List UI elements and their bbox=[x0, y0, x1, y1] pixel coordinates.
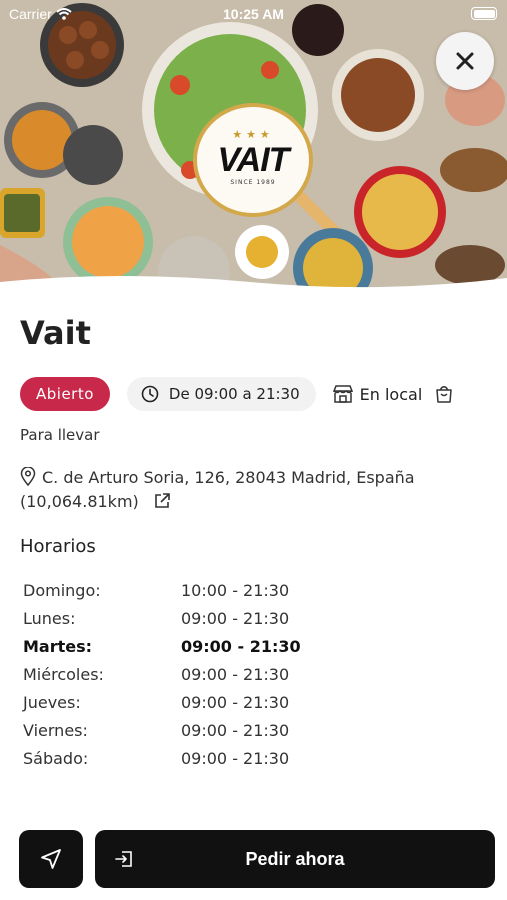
address-text: C. de Arturo Soria, 126, 28043 Madrid, E… bbox=[42, 468, 415, 487]
service-local: En local bbox=[332, 384, 423, 404]
schedule-day: Martes: bbox=[23, 636, 93, 656]
schedule-day: Domingo: bbox=[23, 580, 101, 600]
schedule-row: Lunes: 09:00 - 21:30 bbox=[23, 604, 323, 632]
address-block: C. de Arturo Soria, 126, 28043 Madrid, E… bbox=[20, 466, 460, 517]
schedule-hours: 09:00 - 21:30 bbox=[181, 720, 290, 740]
schedule-day: Viernes: bbox=[23, 720, 88, 740]
location-pin-icon bbox=[20, 467, 36, 486]
login-icon bbox=[115, 851, 132, 867]
navigation-arrow-icon bbox=[41, 849, 61, 869]
schedule-hours: 09:00 - 21:30 bbox=[181, 608, 290, 628]
schedule-day: Lunes: bbox=[23, 608, 76, 628]
order-now-label: Pedir ahora bbox=[245, 848, 345, 869]
service-takeaway-label: Para llevar bbox=[20, 426, 100, 444]
schedule-title: Horarios bbox=[20, 536, 96, 557]
hours-chip: De 09:00 a 21:30 bbox=[126, 377, 316, 411]
schedule-row: Sábado: 09:00 - 21:30 bbox=[23, 744, 323, 772]
schedule-day: Miércoles: bbox=[23, 664, 104, 684]
schedule-row: Viernes: 09:00 - 21:30 bbox=[23, 716, 323, 744]
distance-text: (10,064.81km) bbox=[20, 492, 139, 511]
service-takeaway-icon-wrap bbox=[434, 384, 454, 404]
schedule-row: Jueves: 09:00 - 21:30 bbox=[23, 688, 323, 716]
schedule-row: Miércoles: 09:00 - 21:30 bbox=[23, 660, 323, 688]
schedule-hours: 09:00 - 21:30 bbox=[181, 636, 301, 656]
schedule-hours: 09:00 - 21:30 bbox=[181, 692, 290, 712]
restaurant-logo: ★★★ VAIT SINCE 1989 bbox=[193, 103, 313, 217]
schedule-day: Sábado: bbox=[23, 748, 89, 768]
service-local-label: En local bbox=[359, 384, 423, 404]
info-chips: Abierto De 09:00 a 21:30 En local bbox=[20, 377, 454, 411]
close-button[interactable] bbox=[436, 32, 494, 90]
status-time: 10:25 AM bbox=[223, 6, 284, 22]
status-badge: Abierto bbox=[20, 377, 110, 411]
restaurant-name: Vait bbox=[20, 314, 91, 352]
store-icon bbox=[332, 385, 353, 403]
shopping-bag-icon bbox=[436, 386, 453, 403]
hero-image: Carrier 10:25 AM ★★★ VAIT SINCE 1989 bbox=[0, 0, 507, 300]
order-now-button[interactable]: Pedir ahora bbox=[95, 830, 495, 888]
logo-since: SINCE 1989 bbox=[230, 179, 276, 186]
open-map-link[interactable] bbox=[153, 492, 171, 517]
schedule-hours: 10:00 - 21:30 bbox=[181, 580, 290, 600]
navigate-button[interactable] bbox=[19, 830, 83, 888]
logo-wordmark: VAIT bbox=[217, 141, 290, 179]
clock-icon bbox=[141, 385, 159, 403]
logo-stars: ★★★ bbox=[232, 128, 274, 141]
hours-label: De 09:00 a 21:30 bbox=[168, 385, 300, 403]
schedule-table: Domingo: 10:00 - 21:30 Lunes: 09:00 - 21… bbox=[23, 576, 323, 772]
status-bar: Carrier 10:25 AM bbox=[0, 0, 507, 28]
schedule-hours: 09:00 - 21:30 bbox=[181, 664, 290, 684]
schedule-row-today: Martes: 09:00 - 21:30 bbox=[23, 632, 323, 660]
close-icon bbox=[456, 52, 474, 70]
schedule-row: Domingo: 10:00 - 21:30 bbox=[23, 576, 323, 604]
battery-icon bbox=[471, 7, 497, 20]
external-link-icon bbox=[154, 493, 170, 508]
schedule-hours: 09:00 - 21:30 bbox=[181, 748, 290, 768]
schedule-day: Jueves: bbox=[23, 692, 81, 712]
